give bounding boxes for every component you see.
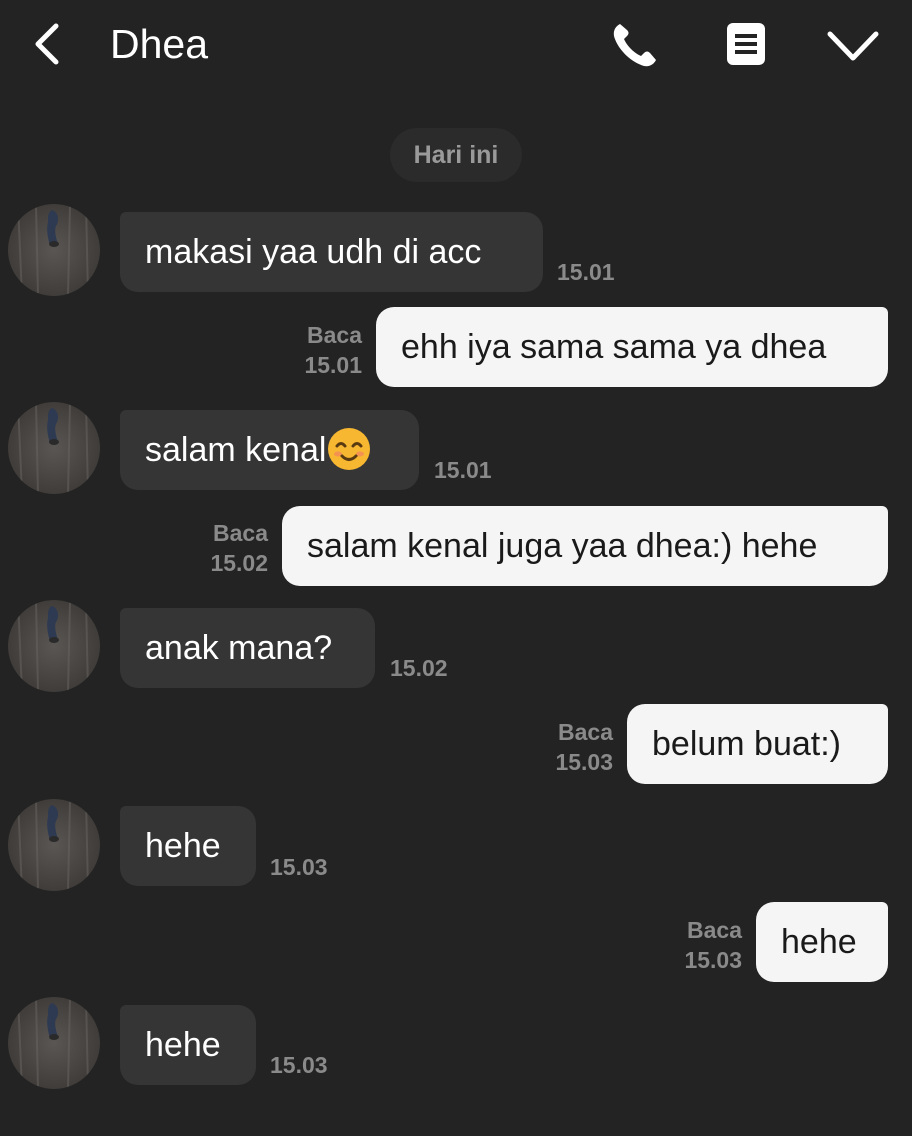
- message-time: 15.03: [555, 749, 613, 775]
- message-time: 15.02: [390, 655, 448, 681]
- smiling-face-emoji: [328, 428, 371, 471]
- message-time: 15.01: [434, 457, 492, 483]
- contact-name[interactable]: Dhea: [110, 18, 208, 70]
- phone-icon[interactable]: [610, 20, 664, 70]
- message-bubble-incoming[interactable]: hehe: [120, 1005, 256, 1085]
- message-bubble-incoming[interactable]: hehe: [120, 806, 256, 886]
- read-status: Baca: [213, 520, 268, 546]
- message-meta: Baca 15.03: [541, 717, 613, 777]
- message-text: hehe: [145, 827, 221, 865]
- avatar[interactable]: [8, 799, 100, 891]
- message-bubble-incoming[interactable]: makasi yaa udh di acc: [120, 212, 543, 292]
- message-text: hehe: [145, 1026, 221, 1064]
- chevron-down-icon[interactable]: [826, 26, 880, 66]
- avatar[interactable]: [8, 600, 100, 692]
- menu-icon[interactable]: [724, 20, 768, 68]
- message-text: salam kenal: [145, 431, 327, 469]
- read-status: Baca: [558, 719, 613, 745]
- message-meta: Baca 15.02: [196, 518, 268, 578]
- message-time: 15.01: [557, 259, 615, 285]
- message-bubble-outgoing[interactable]: ehh iya sama sama ya dhea: [376, 307, 888, 387]
- date-separator: Hari ini: [390, 128, 522, 182]
- message-text: salam kenal juga yaa dhea:) hehe: [307, 527, 818, 565]
- message-time: 15.01: [304, 352, 362, 378]
- message-meta: Baca 15.01: [290, 320, 362, 380]
- read-status: Baca: [687, 917, 742, 943]
- message-bubble-outgoing[interactable]: belum buat:): [627, 704, 888, 784]
- message-meta: Baca 15.03: [670, 915, 742, 975]
- message-time: 15.03: [684, 947, 742, 973]
- back-icon[interactable]: [30, 22, 66, 66]
- avatar[interactable]: [8, 204, 100, 296]
- message-bubble-outgoing[interactable]: salam kenal juga yaa dhea:) hehe: [282, 506, 888, 586]
- avatar[interactable]: [8, 997, 100, 1089]
- read-status: Baca: [307, 322, 362, 348]
- message-bubble-incoming[interactable]: anak mana?: [120, 608, 375, 688]
- message-time: 15.03: [270, 1052, 328, 1078]
- message-bubble-outgoing[interactable]: hehe: [756, 902, 888, 982]
- message-text: belum buat:): [652, 725, 841, 763]
- message-text: hehe: [781, 923, 857, 961]
- avatar[interactable]: [8, 402, 100, 494]
- message-text: anak mana?: [145, 629, 333, 667]
- message-text: makasi yaa udh di acc: [145, 233, 482, 271]
- message-time: 15.02: [210, 550, 268, 576]
- chat-header: Dhea: [0, 0, 912, 100]
- message-text: ehh iya sama sama ya dhea: [401, 328, 827, 366]
- message-bubble-incoming[interactable]: salam kenal: [120, 410, 419, 490]
- message-time: 15.03: [270, 854, 328, 880]
